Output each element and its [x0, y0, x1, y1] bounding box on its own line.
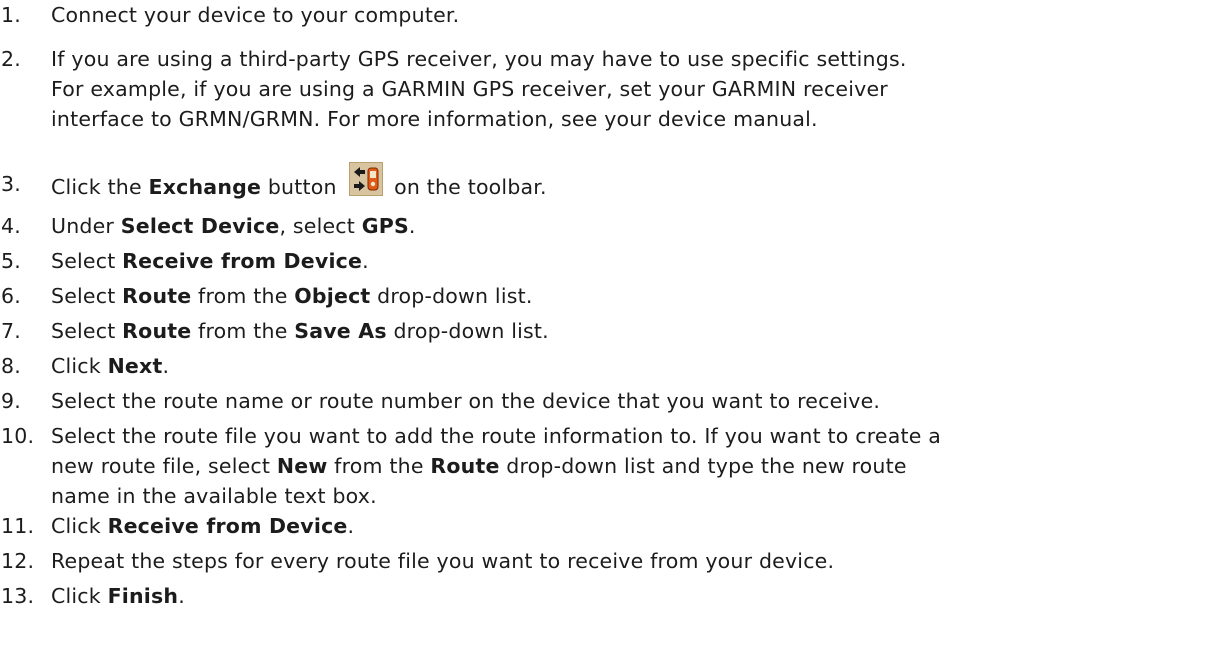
step-text: button: [261, 175, 344, 199]
ui-term: Receive from Device: [107, 514, 348, 538]
step-number: 3.: [1, 172, 21, 196]
step-number: 12.: [1, 549, 35, 573]
step-text: .: [178, 584, 185, 608]
step-line: name in the available text box.: [51, 481, 1201, 511]
step-body: Connect your device to your computer.: [51, 0, 1201, 30]
step-number: 1.: [1, 3, 21, 27]
step-text: Click: [51, 584, 108, 608]
step-line: Repeat the steps for every route file yo…: [51, 546, 1201, 576]
ui-term: Route: [122, 319, 192, 343]
step-body: Select Route from the Object drop-down l…: [51, 281, 1201, 311]
step-body: Click Receive from Device.: [51, 511, 1201, 541]
step-body: Select Route from the Save As drop-down …: [51, 316, 1201, 346]
step-text: .: [408, 214, 416, 238]
step-text: Click: [51, 354, 108, 378]
exchange-icon: [349, 162, 384, 196]
step-text: .: [362, 249, 369, 273]
step-body: Select the route name or route number on…: [51, 386, 1201, 416]
step-number: 10.: [1, 424, 35, 448]
step-line: new route file, select New from the Rout…: [51, 451, 1201, 481]
step-line: For example, if you are using a GARMIN G…: [51, 77, 888, 101]
step-text: .: [162, 354, 170, 378]
ui-term: Exchange: [148, 175, 262, 199]
step-number: 6.: [1, 284, 21, 308]
ui-term: Receive from Device: [122, 249, 363, 273]
step-text: Click: [51, 514, 108, 538]
step-text: Select the route name or route number on…: [51, 389, 881, 413]
step-text: from the: [327, 454, 431, 478]
step-text: If you are using a third-party GPS recei…: [51, 47, 907, 71]
step-text: Select: [51, 249, 123, 273]
step-line: Under Select Device, select GPS.: [51, 211, 1201, 241]
ui-term: Route: [430, 454, 500, 478]
help-page: 1. Connect your device to your computer. 2…: [0, 0, 1210, 670]
step-text: , select: [279, 214, 362, 238]
step-text: name in the available text box.: [51, 484, 377, 508]
step-line: Click Next.: [51, 351, 1201, 381]
step-line: Select the route name or route number on…: [51, 386, 1201, 416]
step-text: new route file, select: [51, 454, 277, 478]
step-line: Select the route file you want to add th…: [51, 421, 1201, 451]
step-body: If you are using a third-party GPS recei…: [51, 44, 1201, 134]
step-line: Select Route from the Object drop-down l…: [51, 281, 1201, 311]
step-number: 2.: [1, 47, 21, 71]
step-text: on the toolbar.: [387, 175, 547, 199]
step-line: Connect your device to your computer.: [51, 0, 1201, 30]
ui-term: GPS: [361, 214, 409, 238]
ui-term: New: [276, 454, 328, 478]
step-number: 7.: [1, 319, 21, 343]
step-text: Under: [51, 214, 121, 238]
step-body: Click Next.: [51, 351, 1201, 381]
step-text: Click the: [51, 175, 149, 199]
step-text: .: [347, 514, 355, 538]
step-number: 4.: [1, 214, 21, 238]
step-text: Select the route file you want to add th…: [51, 424, 942, 448]
ui-term: Next: [107, 354, 163, 378]
step-line: Select Receive from Device.: [51, 246, 1201, 276]
ui-term: Route: [122, 284, 192, 308]
step-number: 9.: [1, 389, 21, 413]
step-line: Select Route from the Save As drop-down …: [51, 316, 1201, 346]
step-text: drop-down list.: [370, 284, 533, 308]
step-body: Click Finish.: [51, 581, 1201, 611]
step-body: Repeat the steps for every route file yo…: [51, 546, 1201, 576]
step-text: drop-down list and type the new route: [499, 454, 907, 478]
ui-term: Object: [294, 284, 371, 308]
step-text: drop-down list.: [386, 319, 549, 343]
step-number: 13.: [1, 584, 35, 608]
step-line: Click the Exchange button on the toolbar…: [51, 162, 1201, 207]
ui-term: Finish: [107, 584, 179, 608]
step-text: from the: [191, 319, 295, 343]
step-number: 8.: [1, 354, 21, 378]
step-text: Repeat the steps for every route file yo…: [51, 549, 835, 573]
step-line: Click Receive from Device.: [51, 511, 1201, 541]
step-text: Select: [51, 284, 123, 308]
step-body: Select Receive from Device.: [51, 246, 1201, 276]
step-body: Select the route file you want to add th…: [51, 421, 1201, 511]
step-number: 11.: [1, 514, 35, 538]
ui-term: Select Device: [120, 214, 280, 238]
step-line: If you are using a third-party GPS recei…: [51, 44, 1201, 74]
step-text: Connect your device to your computer.: [51, 3, 460, 27]
step-body: Click the Exchange button on the toolbar…: [51, 162, 1201, 207]
step-body: Under Select Device, select GPS.: [51, 211, 1201, 241]
step-number: 5.: [1, 249, 21, 273]
step-text: Select: [51, 319, 123, 343]
ui-term: Save As: [294, 319, 387, 343]
step-line: interface to GRMN/GRMN. For more informa…: [51, 107, 818, 131]
step-line: Click Finish.: [51, 581, 1201, 611]
step-text: from the: [191, 284, 295, 308]
